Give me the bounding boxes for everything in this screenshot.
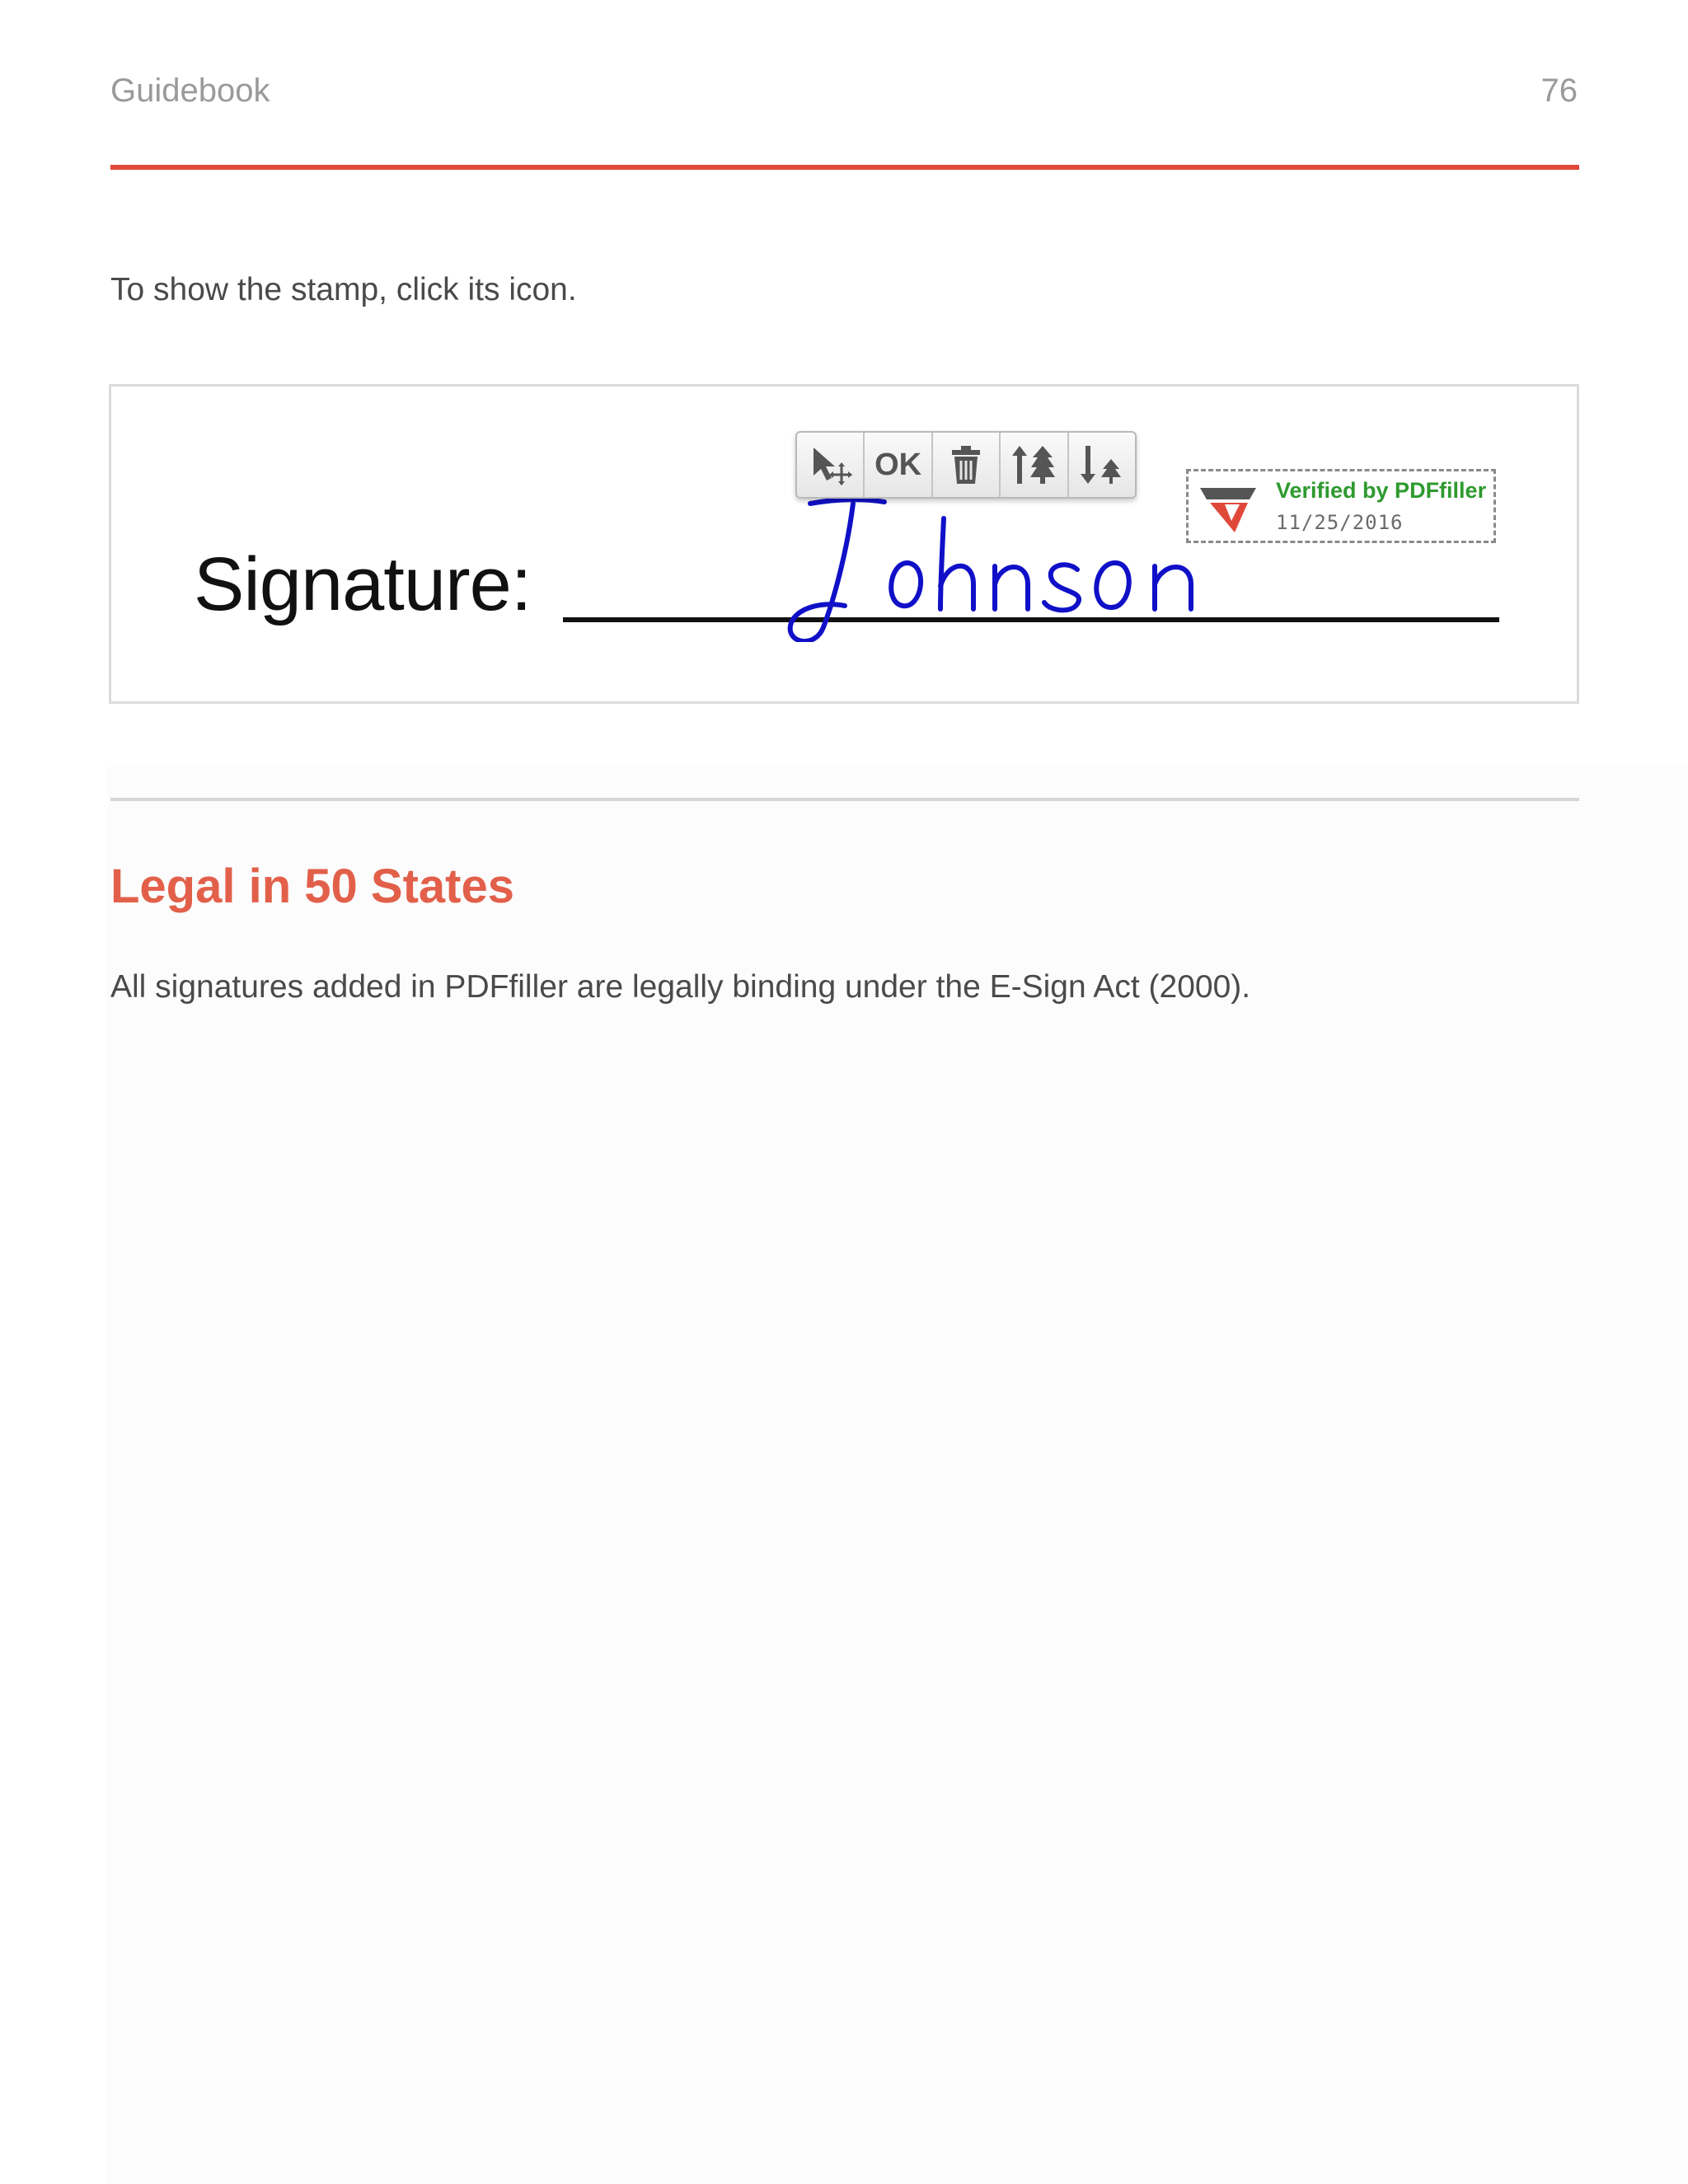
ok-button[interactable]: OK [865,433,933,497]
delete-button[interactable] [933,433,1001,497]
section-body: All signatures added in PDFfiller are le… [110,969,1251,1005]
verification-stamp[interactable]: Verified by PDFfiller 11/25/2016 [1186,469,1496,543]
pdffiller-logo-icon [1200,488,1256,532]
bring-forward-icon [1012,446,1056,484]
intro-paragraph: To show the stamp, click its icon. [110,272,577,307]
section-heading: Legal in 50 States [110,860,514,913]
signature-label: Signature: [194,542,532,626]
header-title: Guidebook [110,73,270,109]
send-backward-button[interactable] [1069,433,1135,497]
send-backward-icon [1080,446,1121,484]
stamp-verified-text: Verified by PDFfiller [1276,478,1487,503]
bring-forward-button[interactable] [1001,433,1069,497]
move-button[interactable] [797,433,865,497]
section-divider [110,798,1579,801]
move-cursor-icon [814,448,853,485]
stamp-toolbar: OK [795,431,1137,499]
page-number: 76 [1540,73,1578,109]
stamp-date: 11/25/2016 [1276,511,1404,534]
header-divider [110,165,1579,170]
trash-icon [952,446,981,484]
signature-screenshot: Signature: OK Verified by PDFfiller 11/2… [109,384,1579,704]
